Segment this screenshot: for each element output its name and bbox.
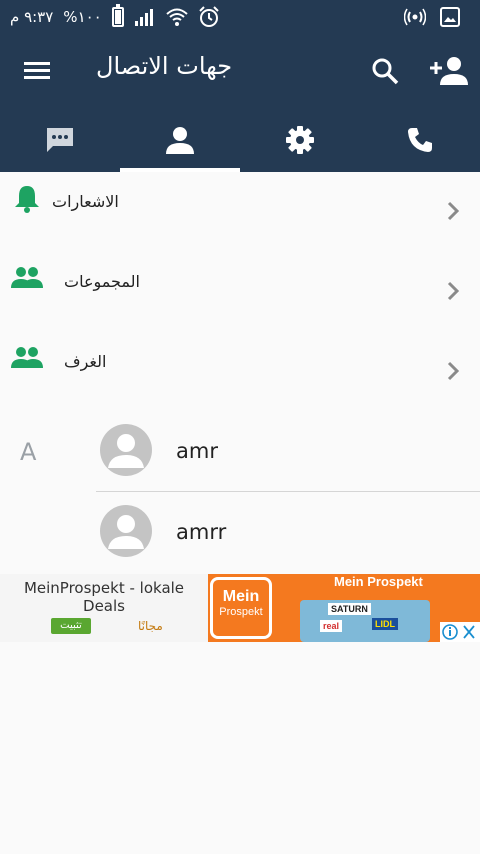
- ad-image[interactable]: Mein Prospekt Mein Prospekt SATURN real …: [208, 574, 480, 642]
- ad-price-label: مجانًا: [138, 619, 163, 633]
- menu-item-notifications[interactable]: الاشعارات: [0, 172, 480, 252]
- add-contact-icon[interactable]: [428, 54, 468, 86]
- status-bar: ٩:٣٧ م %١٠٠: [0, 0, 480, 34]
- default-avatar-icon: [108, 434, 144, 468]
- menu-item-groups[interactable]: المجموعات: [0, 252, 480, 332]
- avatar: [100, 424, 152, 476]
- menu-item-label: الاشعارات: [52, 192, 119, 211]
- battery-percent: %١٠٠: [63, 8, 102, 26]
- ad-map-graphic: SATURN real LIDL: [300, 600, 430, 642]
- bell-icon: [15, 186, 39, 213]
- ad-title: MeinProspekt - lokale Deals: [23, 579, 185, 615]
- contact-name: amr: [176, 439, 218, 463]
- menu-icon[interactable]: [22, 56, 52, 86]
- tab-contacts[interactable]: [120, 108, 240, 172]
- ad-info-close-icon: [442, 624, 475, 640]
- menu-item-label: المجموعات: [64, 272, 140, 291]
- contact-name: amrr: [176, 520, 227, 544]
- page-title: جهات الاتصال: [96, 52, 233, 80]
- chevron-right-icon: [447, 361, 460, 381]
- menu-item-label: الغرف: [64, 352, 107, 371]
- alarm-icon: [199, 6, 219, 27]
- ad-tagline: Mein Prospekt: [328, 574, 429, 592]
- wifi-icon: [166, 8, 188, 26]
- ad-install-button[interactable]: تثبيت: [51, 618, 91, 634]
- battery-icon: [111, 4, 124, 27]
- gear-icon: [286, 126, 314, 154]
- store-label: LIDL: [372, 618, 398, 630]
- person-icon: [166, 127, 194, 154]
- menu-item-rooms[interactable]: الغرف: [0, 332, 480, 412]
- store-label: SATURN: [328, 603, 371, 615]
- phone-icon: [408, 128, 432, 152]
- tab-settings[interactable]: [240, 108, 360, 172]
- ad-text-panel[interactable]: MeinProspekt - lokale Deals تثبيت مجانًا: [0, 574, 208, 642]
- tab-bar: [0, 108, 480, 172]
- app-toolbar: جهات الاتصال: [0, 34, 480, 108]
- hotspot-icon: [404, 8, 426, 26]
- contact-row[interactable]: amrr: [96, 493, 480, 573]
- status-time: ٩:٣٧ م: [10, 8, 54, 26]
- store-label: real: [320, 620, 343, 632]
- ad-logo: Mein Prospekt: [210, 577, 272, 639]
- divider: [96, 491, 480, 492]
- section-letter: A: [20, 438, 37, 466]
- search-icon[interactable]: [370, 56, 400, 86]
- chevron-right-icon: [447, 281, 460, 301]
- tab-calls[interactable]: [360, 108, 480, 172]
- ad-logo-line2: Prospekt: [219, 606, 263, 618]
- group-icon: [11, 347, 43, 368]
- chat-icon: [47, 128, 73, 152]
- signal-icon: [134, 9, 153, 26]
- chevron-right-icon: [447, 201, 460, 221]
- contact-row[interactable]: amr: [96, 412, 480, 492]
- ad-logo-line1: Mein: [222, 588, 260, 605]
- ad-banner[interactable]: MeinProspekt - lokale Deals تثبيت مجانًا…: [0, 574, 480, 642]
- avatar: [100, 505, 152, 557]
- image-notification-icon: [440, 7, 460, 27]
- group-icon: [11, 267, 43, 288]
- default-avatar-icon: [108, 515, 144, 549]
- ad-choices[interactable]: [440, 622, 480, 642]
- tab-messages[interactable]: [0, 108, 120, 172]
